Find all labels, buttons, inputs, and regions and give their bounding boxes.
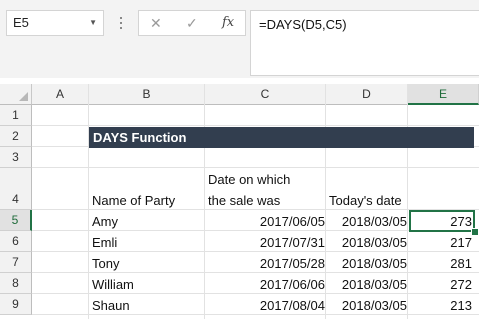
grid-line xyxy=(32,167,479,168)
row-header-7[interactable]: 7 xyxy=(0,252,32,273)
cell-days[interactable]: 217 xyxy=(450,235,472,250)
row-header-4[interactable]: 4 xyxy=(0,168,32,210)
column-header-b[interactable]: B xyxy=(89,84,205,105)
cell-sale-date[interactable]: 2017/05/28 xyxy=(260,256,325,271)
header-sale-date-line1[interactable]: Date on which xyxy=(208,172,290,187)
row-header-9[interactable]: 9 xyxy=(0,294,32,315)
grid-line xyxy=(32,314,479,315)
cell-name[interactable]: William xyxy=(92,277,134,292)
row-header-5[interactable]: 5 xyxy=(0,210,32,231)
grid-line xyxy=(32,251,479,252)
row-header-1[interactable]: 1 xyxy=(0,105,32,126)
select-all-corner[interactable] xyxy=(0,84,32,105)
cell-days[interactable]: 272 xyxy=(450,277,472,292)
header-sale-date-line2[interactable]: the sale was xyxy=(208,193,280,208)
cell-sale-date[interactable]: 2017/07/31 xyxy=(260,235,325,250)
cell-name[interactable]: Tony xyxy=(92,256,119,271)
cell-today-date[interactable]: 2018/03/05 xyxy=(342,298,407,313)
cell-sale-date[interactable]: 2017/08/04 xyxy=(260,298,325,313)
cell-today-date[interactable]: 2018/03/05 xyxy=(342,214,407,229)
cell-days[interactable]: 281 xyxy=(450,256,472,271)
cell-today-date[interactable]: 2018/03/05 xyxy=(342,235,407,250)
cell-sale-date[interactable]: 2017/06/05 xyxy=(260,214,325,229)
formula-buttons: ✕ ✓ fx xyxy=(138,10,246,36)
formula-bar-area: E5 ▼ ✕ ✓ fx =DAYS(D5,C5) xyxy=(0,0,479,78)
resize-handle-icon[interactable] xyxy=(117,14,125,34)
cell-name[interactable]: Shaun xyxy=(92,298,130,313)
cell-name[interactable]: Emli xyxy=(92,235,117,250)
header-todays-date[interactable]: Today's date xyxy=(329,193,402,208)
row-header-2[interactable]: 2 xyxy=(0,126,32,147)
cell-sale-date[interactable]: 2017/06/06 xyxy=(260,277,325,292)
chevron-down-icon[interactable]: ▼ xyxy=(89,11,97,35)
grid-line xyxy=(32,293,479,294)
grid-line xyxy=(88,84,89,319)
cell-days[interactable]: 213 xyxy=(450,298,472,313)
sheet-title: DAYS Function xyxy=(93,130,187,145)
cell-today-date[interactable]: 2018/03/05 xyxy=(342,256,407,271)
fill-handle[interactable] xyxy=(471,228,479,236)
grid-line xyxy=(32,125,479,126)
column-header-a[interactable]: A xyxy=(32,84,89,105)
cell-today-date[interactable]: 2018/03/05 xyxy=(342,277,407,292)
grid-line xyxy=(325,84,326,319)
grid-line xyxy=(204,84,205,319)
row-header-3[interactable]: 3 xyxy=(0,147,32,168)
check-icon[interactable]: ✓ xyxy=(186,15,198,32)
column-header-c[interactable]: C xyxy=(205,84,326,105)
row-header-6[interactable]: 6 xyxy=(0,231,32,252)
name-box-value: E5 xyxy=(13,15,29,30)
active-cell-selection[interactable] xyxy=(409,210,475,232)
row-header-8[interactable]: 8 xyxy=(0,273,32,294)
grid-line xyxy=(32,272,479,273)
cell-name[interactable]: Amy xyxy=(92,214,118,229)
name-box[interactable]: E5 ▼ xyxy=(6,10,104,36)
column-header-d[interactable]: D xyxy=(326,84,408,105)
sheet-title-cell[interactable]: DAYS Function xyxy=(89,127,474,148)
close-icon[interactable]: ✕ xyxy=(150,15,162,32)
fx-icon[interactable]: fx xyxy=(222,15,234,30)
formula-input[interactable]: =DAYS(D5,C5) xyxy=(250,10,479,76)
grid-line xyxy=(407,84,408,319)
header-name-of-party[interactable]: Name of Party xyxy=(92,193,175,208)
column-header-e[interactable]: E xyxy=(408,84,479,105)
